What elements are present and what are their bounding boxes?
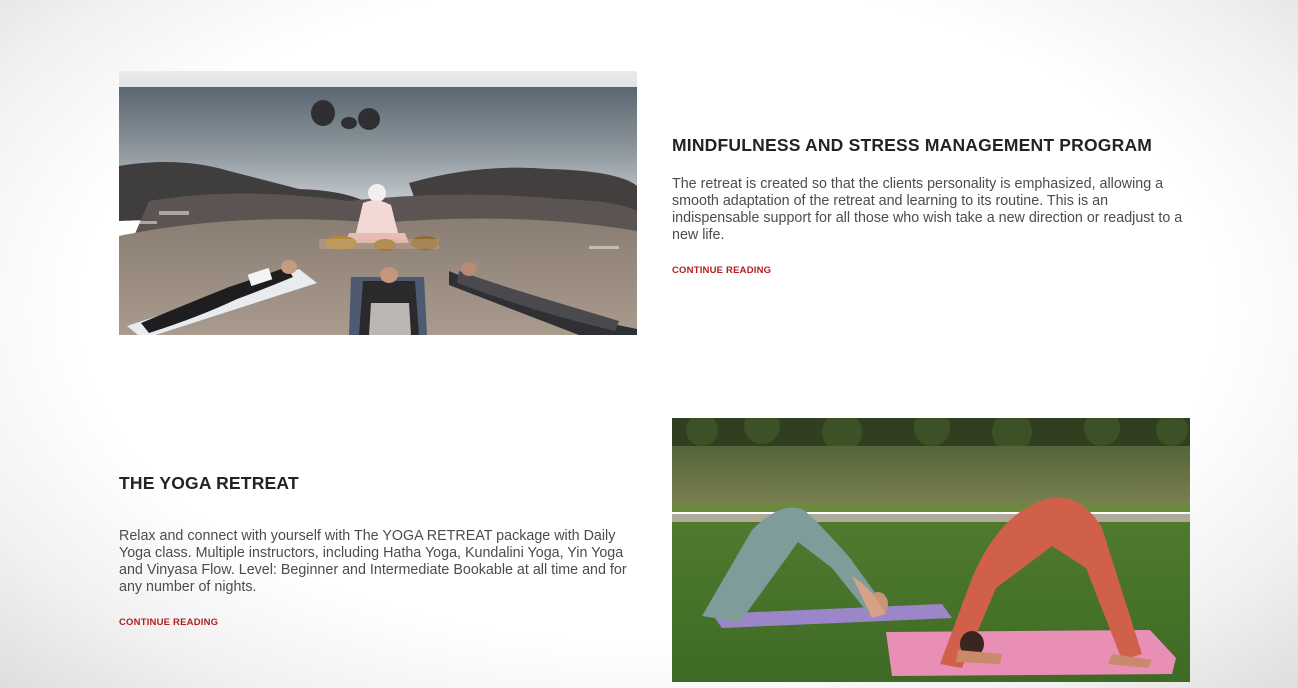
post-yoga-retreat-text: THE YOGA RETREAT Relax and connect with …: [119, 473, 639, 630]
post-title[interactable]: MINDFULNESS AND STRESS MANAGEMENT PROGRA…: [672, 135, 1192, 156]
beach-meditation-photo[interactable]: [119, 71, 637, 335]
post-excerpt: The retreat is created so that the clien…: [672, 176, 1183, 243]
park-yoga-photo[interactable]: [672, 418, 1190, 682]
beach-meditation-image: [119, 71, 637, 335]
post-mindfulness-text: MINDFULNESS AND STRESS MANAGEMENT PROGRA…: [672, 135, 1192, 278]
park-yoga-image: [672, 418, 1190, 682]
continue-reading-link[interactable]: CONTINUE READING: [672, 265, 771, 276]
continue-reading-link[interactable]: CONTINUE READING: [119, 617, 218, 628]
post-excerpt: Relax and connect with yourself with The…: [119, 528, 627, 595]
post-title[interactable]: THE YOGA RETREAT: [119, 473, 639, 494]
